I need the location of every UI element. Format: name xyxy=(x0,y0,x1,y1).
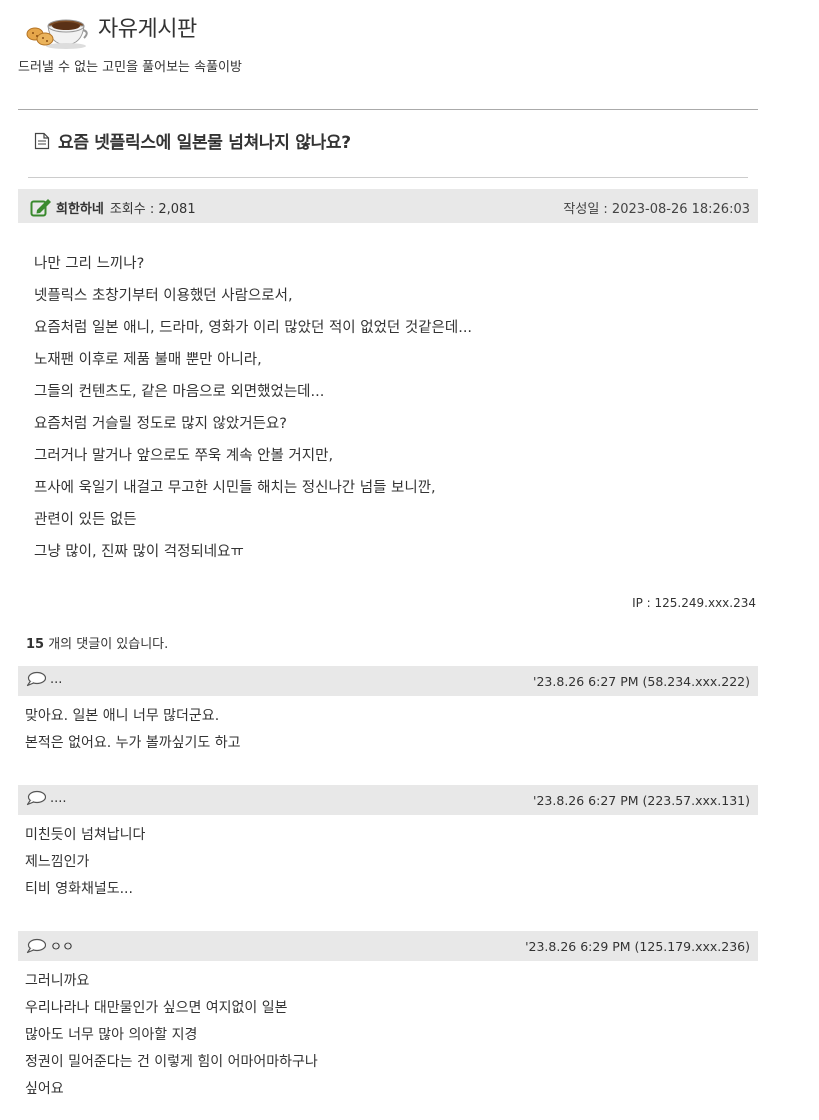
post-body-line: 노재팬 이후로 제품 불매 뿐만 아니라, xyxy=(34,352,262,368)
comment-author: ... xyxy=(50,671,63,687)
comment-line: 미친듯이 넘쳐납니다 xyxy=(25,827,146,843)
post-body-line: 요즘처럼 거슬릴 정도로 많지 않았거든요? xyxy=(34,416,287,432)
comment-meta: '23.8.26 6:29 PM (125.179.xxx.236) xyxy=(525,939,750,954)
comment-header: .... '23.8.26 6:27 PM (223.57.xxx.131) xyxy=(18,785,758,815)
comment-meta: '23.8.26 6:27 PM (223.57.xxx.131) xyxy=(533,793,750,808)
post-meta-bar: 희한하네 조회수 : 2,081 작성일 : 2023-08-26 18:26:… xyxy=(18,189,758,223)
comment-author: .... xyxy=(50,790,67,806)
post-body-line: 요즘처럼 일본 애니, 드라마, 영화가 이리 많았던 적이 없었던 것같은데.… xyxy=(34,320,473,336)
board-title[interactable]: 자유게시판 xyxy=(98,11,197,43)
comment-line: 본적은 없어요. 누가 볼까싶기도 하고 xyxy=(25,735,241,751)
comment-author: ㅇㅇ xyxy=(50,940,74,955)
speech-bubble-icon xyxy=(26,790,46,806)
pen-edit-icon xyxy=(30,199,51,217)
post-author[interactable]: 희한하네 xyxy=(56,198,104,217)
comment-line: 싶어요 xyxy=(25,1081,64,1097)
comment-body: 맞아요. 일본 애니 너무 많더군요. 본적은 없어요. 누가 볼까싶기도 하고 xyxy=(18,696,758,760)
comment: .... '23.8.26 6:27 PM (223.57.xxx.131) 미… xyxy=(18,785,758,906)
comment: ㅇㅇ '23.8.26 6:29 PM (125.179.xxx.236) 그러… xyxy=(18,931,758,1106)
coffee-cup-cookies-icon[interactable] xyxy=(24,4,90,50)
speech-bubble-icon xyxy=(26,938,46,953)
comment-header: ㅇㅇ '23.8.26 6:29 PM (125.179.xxx.236) xyxy=(18,931,758,961)
comment-header-left: ㅇㅇ xyxy=(26,936,74,955)
divider xyxy=(18,109,758,110)
post-body-line: 그냥 많이, 진짜 많이 걱정되네요ㅠ xyxy=(34,544,244,560)
post-body-line: 그들의 컨텐츠도, 같은 마음으로 외면했었는데... xyxy=(34,384,325,400)
comment: ... '23.8.26 6:27 PM (58.234.xxx.222) 맞아… xyxy=(18,666,758,760)
document-icon xyxy=(34,132,50,149)
comment-line: 제느낌인가 xyxy=(25,854,90,870)
comment-header: ... '23.8.26 6:27 PM (58.234.xxx.222) xyxy=(18,666,758,696)
comment-count-number: 15 xyxy=(26,637,45,652)
comment-line: 그러니까요 xyxy=(25,973,90,989)
divider xyxy=(28,177,748,178)
post-views: 조회수 : 2,081 xyxy=(109,201,196,217)
post-body-line: 그러거나 말거나 앞으로도 쭈욱 계속 안볼 거지만, xyxy=(34,448,334,464)
post-meta-left: 희한하네 조회수 : 2,081 xyxy=(30,197,196,217)
comment-line: 많아도 너무 많아 의아할 지경 xyxy=(25,1027,198,1043)
comment-line: 우리나라나 대만물인가 싶으면 여지없이 일본 xyxy=(25,1000,288,1016)
post-body-line: 관련이 있든 없든 xyxy=(34,512,137,528)
comment-meta: '23.8.26 6:27 PM (58.234.xxx.222) xyxy=(533,674,750,689)
comment-line: 맞아요. 일본 애니 너무 많더군요. xyxy=(25,708,220,724)
post-ip: IP : 125.249.xxx.234 xyxy=(632,596,756,610)
post-body: 나만 그리 느끼나? 넷플릭스 초창기부터 이용했던 사람으로서, 요즘처럼 일… xyxy=(34,252,472,572)
post-title: 요즘 넷플릭스에 일본물 넘쳐나지 않나요? xyxy=(58,133,351,153)
post-body-line: 프사에 욱일기 내걸고 무고한 시민들 해치는 정신나간 넘들 보니깐, xyxy=(34,480,436,496)
comment-header-left: .... xyxy=(26,790,67,806)
comment-count: 15 개의 댓글이 있습니다. xyxy=(26,633,168,652)
comment-count-label: 개의 댓글이 있습니다. xyxy=(44,637,169,652)
speech-bubble-icon xyxy=(26,671,46,687)
post-date: 작성일 : 2023-08-26 18:26:03 xyxy=(563,202,750,217)
comment-body: 미친듯이 넘쳐납니다 제느낌인가 티비 영화채널도... xyxy=(18,815,758,906)
comment-line: 티비 영화채널도... xyxy=(25,881,133,897)
comment-line: 정권이 밀어준다는 건 이렇게 힘이 어마어마하구나 xyxy=(25,1054,318,1070)
board-description: 드러낼 수 없는 고민을 풀어보는 속풀이방 xyxy=(18,60,242,75)
post-body-line: 나만 그리 느끼나? xyxy=(34,256,145,272)
board-header: 자유게시판 xyxy=(24,4,197,50)
post-body-line: 넷플릭스 초창기부터 이용했던 사람으로서, xyxy=(34,288,293,304)
comment-header-left: ... xyxy=(26,671,62,687)
comment-body: 그러니까요 우리나라나 대만물인가 싶으면 여지없이 일본 많아도 너무 많아 … xyxy=(18,961,758,1106)
post-title-row: 요즘 넷플릭스에 일본물 넘쳐나지 않나요? xyxy=(34,128,351,153)
